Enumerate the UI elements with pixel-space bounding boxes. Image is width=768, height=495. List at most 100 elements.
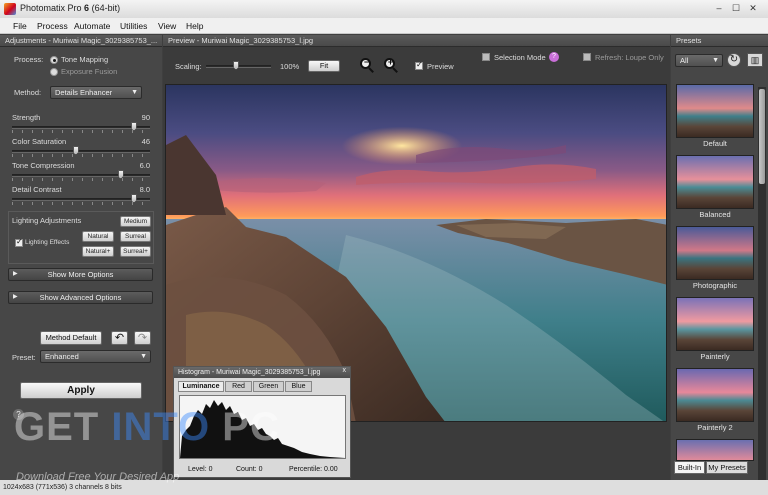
redo-icon: ↷ xyxy=(137,332,148,344)
lighting-natural-plus-button[interactable]: Natural+ xyxy=(82,246,114,257)
method-default-button[interactable]: Method Default xyxy=(40,331,102,345)
menu-file[interactable]: File xyxy=(13,21,27,31)
histogram-count: Count: 0 xyxy=(236,466,263,473)
presets-filter-dropdown[interactable]: All ▼ xyxy=(675,54,723,67)
chevron-down-icon: ▼ xyxy=(712,57,719,64)
slider-track[interactable] xyxy=(12,150,150,153)
app-name: Photomatix Pro xyxy=(20,3,82,13)
presets-panel: Presets All ▼ ↻ ▥ Default Balanced Photogr… xyxy=(671,35,768,495)
menu-utilities[interactable]: Utilities xyxy=(120,21,147,31)
preset-label[interactable]: Painterly 2 xyxy=(676,423,754,432)
menu-automate[interactable]: Automate xyxy=(74,21,110,31)
maximize-button[interactable]: ☐ xyxy=(729,2,743,15)
preset-thumbnail[interactable] xyxy=(676,368,754,422)
close-button[interactable]: ✕ xyxy=(746,2,760,15)
photomatix-logo-icon xyxy=(4,3,16,15)
lighting-surreal-button[interactable]: Surreal xyxy=(120,231,151,242)
undo-button[interactable]: ↶ xyxy=(111,331,128,345)
tone-mapping-radio[interactable] xyxy=(50,56,58,64)
preset-label[interactable]: Default xyxy=(676,139,754,148)
slider-value: 90 xyxy=(141,113,150,122)
method-label: Method: xyxy=(14,88,42,97)
fit-button[interactable]: Fit xyxy=(308,60,340,72)
zoom-out-icon[interactable]: − xyxy=(359,57,375,73)
preset-label[interactable]: Photographic xyxy=(676,281,754,290)
show-more-options-button[interactable]: ▶ Show More Options xyxy=(8,268,153,281)
preview-checkbox[interactable] xyxy=(415,60,423,70)
apply-button[interactable]: Apply xyxy=(20,382,142,399)
adjustments-header: Adjustments - Muriwai Magic_3029385753_.… xyxy=(0,35,162,47)
slider-value: 8.0 xyxy=(139,185,150,194)
app-arch: (64-bit) xyxy=(91,3,121,13)
menu-view[interactable]: View xyxy=(158,21,176,31)
method-value: Details Enhancer xyxy=(55,88,113,97)
preset-label[interactable]: Balanced xyxy=(676,210,754,219)
scaling-label: Scaling: xyxy=(175,62,202,71)
slider-label: Strength xyxy=(12,113,41,122)
show-advanced-options-button[interactable]: ▶ Show Advanced Options xyxy=(8,291,153,304)
slider-track[interactable] xyxy=(12,174,150,177)
chevron-down-icon: ▼ xyxy=(131,89,138,96)
tab-green[interactable]: Green xyxy=(253,381,284,392)
preset-thumbnail[interactable] xyxy=(676,297,754,351)
exposure-fusion-radio[interactable] xyxy=(50,68,58,76)
lighting-natural-button[interactable]: Natural xyxy=(82,231,114,242)
slider-ticks xyxy=(12,202,150,205)
lighting-surreal-plus-button[interactable]: Surreal+ xyxy=(120,246,151,257)
refresh-loupe-checkbox[interactable] xyxy=(583,53,591,61)
lighting-effects-checkbox[interactable] xyxy=(15,237,23,247)
preset-label[interactable]: Painterly xyxy=(676,352,754,361)
menu-help[interactable]: Help xyxy=(186,21,203,31)
expand-triangle-icon: ▶ xyxy=(13,294,18,300)
minimize-button[interactable]: – xyxy=(712,2,726,15)
watermark-subtitle: Download Free Your Desired App xyxy=(16,471,180,483)
exposure-fusion-label[interactable]: Exposure Fusion xyxy=(61,67,117,76)
watermark-part3: PC xyxy=(210,405,280,449)
slider-value: 46 xyxy=(141,137,150,146)
slider-track[interactable] xyxy=(12,126,150,129)
preset-dropdown[interactable]: Enhanced ▼ xyxy=(40,350,151,363)
title-bar: Photomatix Pro 6 (64-bit) – ☐ ✕ xyxy=(0,0,768,18)
tab-blue[interactable]: Blue xyxy=(285,381,312,392)
presets-view-icon[interactable]: ▥ xyxy=(747,53,763,67)
slider-label: Detail Contrast xyxy=(12,185,62,194)
preset-thumbnail[interactable] xyxy=(676,84,754,138)
tone-mapping-label[interactable]: Tone Mapping xyxy=(61,55,108,64)
tab-my-presets[interactable]: My Presets xyxy=(706,461,748,474)
window-title: Photomatix Pro 6 (64-bit) xyxy=(20,3,120,13)
refresh-presets-icon[interactable]: ↻ xyxy=(727,53,741,67)
presets-scrollbar-thumb[interactable] xyxy=(759,89,765,184)
selection-mode-checkbox[interactable] xyxy=(482,53,490,61)
undo-icon: ↶ xyxy=(114,332,125,344)
tab-luminance[interactable]: Luminance xyxy=(178,381,224,392)
preset-thumbnail[interactable] xyxy=(676,439,754,461)
preview-header: Preview - Muriwai Magic_3029385753_l.jpg xyxy=(163,35,670,47)
lighting-medium-button[interactable]: Medium xyxy=(120,216,151,227)
lighting-title: Lighting Adjustments xyxy=(12,216,82,225)
slider-track[interactable] xyxy=(12,198,150,201)
selection-mode-label: Selection Mode xyxy=(494,53,546,62)
zoom-in-icon[interactable]: + xyxy=(383,57,399,73)
watermark-text: GET INTO PC xyxy=(14,405,280,450)
preset-thumbnail[interactable] xyxy=(676,155,754,209)
preset-thumbnail[interactable] xyxy=(676,226,754,280)
selection-help-icon[interactable]: ? xyxy=(549,52,559,62)
presets-header: Presets xyxy=(671,35,768,47)
method-dropdown[interactable]: Details Enhancer ▼ xyxy=(50,86,142,99)
redo-button[interactable]: ↷ xyxy=(134,331,151,345)
scaling-value: 100% xyxy=(280,62,300,71)
menu-process[interactable]: Process xyxy=(37,21,68,31)
scaling-slider-thumb[interactable] xyxy=(233,61,239,70)
lighting-effects-label: Lighting Effects xyxy=(25,239,70,246)
menu-bar: File Process Automate Utilities View Hel… xyxy=(0,18,768,34)
tab-built-in[interactable]: Built-In xyxy=(674,461,705,474)
histogram-percentile: Percentile: 0.00 xyxy=(289,466,338,473)
watermark-part1: GET xyxy=(14,405,112,449)
histogram-close-icon[interactable]: x xyxy=(343,367,347,374)
show-advanced-label: Show Advanced Options xyxy=(39,293,122,302)
tab-red[interactable]: Red xyxy=(225,381,252,392)
app-version: 6 xyxy=(84,3,90,13)
chevron-down-icon: ▼ xyxy=(140,353,147,360)
slider-label: Color Saturation xyxy=(12,137,67,146)
slider-ticks xyxy=(12,154,150,157)
